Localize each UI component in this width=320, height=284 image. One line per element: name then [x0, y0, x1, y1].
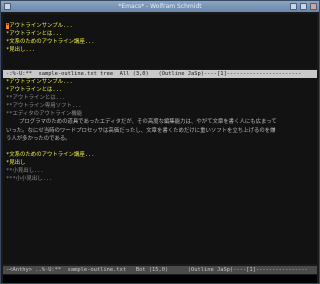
- minimize-icon[interactable]: [290, 3, 297, 10]
- maximize-icon[interactable]: [300, 3, 307, 10]
- text-line: **エディタのアウトライン機能: [6, 111, 83, 118]
- mode-line-top: -:%-U:** sample-outline.txt tree All (3,…: [3, 70, 317, 78]
- text-line: ***小小見出し...: [6, 176, 53, 183]
- editor-pane-top[interactable]: *アウトラインサンプル... *アウトラインとは... *文系のためのアウトライン講…: [3, 14, 317, 69]
- text-line: **小見出し...: [6, 168, 44, 175]
- window-menu-icon[interactable]: [4, 3, 11, 10]
- text-line: **アウトライン専用ソフト...: [6, 103, 82, 110]
- close-icon[interactable]: [310, 3, 317, 10]
- mode-line-bottom: -<Anthy> ..%-U:** sample-outline.txt Bot…: [3, 266, 317, 274]
- text-line: *見出し: [6, 159, 26, 166]
- title-bar[interactable]: *Emacs* - Wolfram Schmidt: [1, 1, 319, 12]
- text-line: いった。なにせ当時のワードプロセッサは高価だったし、文章を書くためだけに重いソフ…: [6, 127, 276, 134]
- text-line: う人が多かったのである。: [6, 135, 71, 142]
- text-line: *見出し...: [6, 47, 36, 54]
- text-line: *文系のためのアウトライン講座...: [6, 151, 95, 158]
- emacs-window: *Emacs* - Wolfram Schmidt *アウトラインサンプル...…: [0, 0, 320, 284]
- text-line: [3, 14, 317, 22]
- text-line: プログラマのための道具であったエディタだが、その高度な編集能力は、やがて文章を書…: [6, 119, 277, 126]
- text-line: **アウトラインとは...: [6, 95, 66, 102]
- window-title: *Emacs* - Wolfram Schmidt: [118, 3, 202, 10]
- text-line: *アウトラインサンプル...: [3, 22, 317, 30]
- line-text: アウトラインサンプル...: [9, 23, 73, 30]
- text-line: *文系のためのアウトライン講座...: [6, 39, 95, 46]
- text-line: *アウトラインとは...: [6, 87, 63, 94]
- editor-pane-bottom[interactable]: *アウトラインサンプル... *アウトラインとは... **アウトラインとは... *…: [3, 78, 317, 264]
- text-line: *アウトラインサンプル...: [6, 79, 73, 85]
- minibuffer[interactable]: [3, 275, 317, 283]
- text-line: [3, 143, 317, 151]
- text-line: *アウトラインとは...: [6, 31, 63, 38]
